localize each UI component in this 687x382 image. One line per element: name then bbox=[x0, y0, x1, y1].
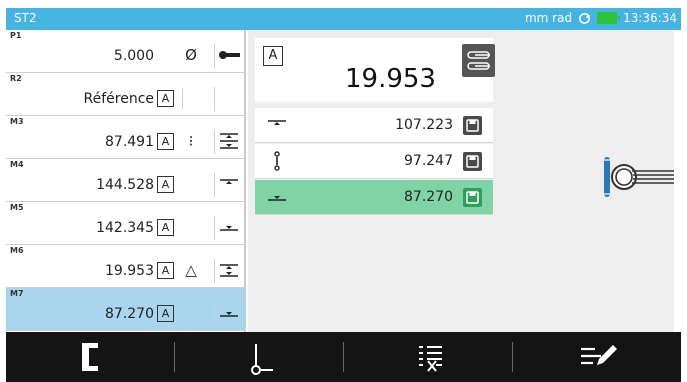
feature-row-m4[interactable]: M4 144.528 A bbox=[6, 159, 246, 202]
save-button[interactable] bbox=[463, 116, 482, 135]
feature-row-r2[interactable]: R2 Référence A bbox=[6, 73, 246, 116]
feature-label: M5 bbox=[10, 203, 24, 212]
feature-value: Référence bbox=[83, 91, 155, 107]
feature-symbol: △ bbox=[185, 261, 197, 279]
list-delete-icon bbox=[419, 346, 442, 372]
measurement-value: 97.247 bbox=[404, 153, 453, 169]
feature-row-m3[interactable]: M3 87.491 A ⁝ bbox=[6, 116, 246, 159]
reference-badge: A bbox=[263, 46, 283, 66]
feature-type bbox=[214, 130, 240, 154]
feature-type bbox=[214, 44, 240, 68]
app-title: ST2 bbox=[14, 11, 37, 25]
feature-type bbox=[214, 216, 240, 240]
feature-symbol: Ø bbox=[185, 46, 197, 64]
feature-label: P1 bbox=[10, 31, 22, 40]
feature-label: M7 bbox=[10, 289, 24, 298]
feature-type bbox=[214, 87, 240, 111]
measurement-row[interactable]: 97.247 bbox=[255, 144, 493, 179]
app-window: ST2 mm rad 13:36:34 P1 5.000 Ø R2 Référence A… bbox=[0, 0, 687, 382]
feature-value: 144.528 bbox=[96, 177, 154, 193]
bracket-icon bbox=[82, 343, 98, 371]
height-probe-button[interactable] bbox=[175, 332, 343, 382]
refresh-icon bbox=[579, 12, 591, 24]
feature-value: 19.953 bbox=[105, 263, 154, 279]
bottom-toolbar bbox=[6, 332, 681, 382]
reference-badge: A bbox=[157, 219, 174, 236]
reference-badge: A bbox=[157, 133, 174, 150]
result-panel: A 19.953 107.223 97.247 87.270 bbox=[248, 30, 498, 332]
height-probe-icon bbox=[251, 344, 273, 375]
feature-value: 87.491 bbox=[105, 134, 154, 150]
reference-badge: A bbox=[157, 262, 174, 279]
max-icon bbox=[268, 120, 286, 125]
measurement-value: 87.270 bbox=[404, 189, 453, 205]
feature-type bbox=[214, 259, 240, 283]
clock: 13:36:34 bbox=[623, 11, 677, 25]
reference-badge: A bbox=[157, 90, 174, 107]
feature-symbol bbox=[182, 218, 200, 238]
save-button[interactable] bbox=[463, 188, 482, 207]
min-icon bbox=[220, 312, 238, 317]
probe-icon bbox=[467, 51, 490, 70]
list-delete-button[interactable] bbox=[344, 332, 512, 382]
feature-row-p1[interactable]: P1 5.000 Ø bbox=[6, 30, 246, 73]
max-icon bbox=[220, 179, 238, 184]
feature-row-m6[interactable]: M6 19.953 A △ bbox=[6, 245, 246, 288]
feature-value: 142.345 bbox=[96, 220, 154, 236]
feature-list[interactable]: P1 5.000 Ø R2 Référence A M3 87.491 A ⁝ M4 144.528 A… bbox=[6, 30, 246, 332]
status-area: mm rad 13:36:34 bbox=[525, 11, 677, 25]
probe-preview-icon bbox=[603, 157, 674, 197]
min-icon bbox=[268, 196, 286, 201]
measurement-row[interactable]: 87.270 bbox=[255, 180, 493, 215]
feature-label: M4 bbox=[10, 160, 24, 169]
center-icon bbox=[274, 151, 280, 171]
feature-type bbox=[214, 173, 240, 197]
list-edit-button[interactable] bbox=[513, 332, 681, 382]
preview-panel bbox=[498, 30, 674, 332]
measurement-row[interactable]: 107.223 bbox=[255, 108, 493, 143]
feature-label: M3 bbox=[10, 117, 24, 126]
feature-label: R2 bbox=[10, 74, 22, 83]
feature-symbol bbox=[182, 304, 200, 324]
save-icon bbox=[466, 119, 479, 132]
units-label: mm rad bbox=[524, 11, 573, 25]
measurement-type bbox=[265, 114, 289, 136]
feature-type bbox=[214, 302, 240, 326]
main-value: 19.953 bbox=[345, 64, 436, 94]
feature-row-m7[interactable]: M7 87.270 A bbox=[6, 288, 246, 331]
list-edit-icon bbox=[581, 345, 617, 365]
feature-value: 87.270 bbox=[105, 306, 154, 322]
bracket-button[interactable] bbox=[6, 332, 174, 382]
save-button[interactable] bbox=[463, 152, 482, 171]
measurement-value: 107.223 bbox=[395, 117, 453, 133]
min-icon bbox=[220, 226, 238, 231]
save-icon bbox=[466, 191, 479, 204]
max-min-icon bbox=[220, 133, 238, 149]
reference-badge: A bbox=[157, 176, 174, 193]
probe-button[interactable] bbox=[462, 44, 495, 77]
feature-value: 5.000 bbox=[113, 48, 154, 64]
main-result-card: A 19.953 bbox=[255, 38, 495, 102]
battery-icon bbox=[597, 12, 621, 24]
title-bar: ST2 mm rad 13:36:34 bbox=[6, 8, 681, 30]
feature-symbol: ⁝ bbox=[188, 132, 194, 150]
feature-row-m5[interactable]: M5 142.345 A bbox=[6, 202, 246, 245]
measurement-type bbox=[265, 186, 289, 208]
measurement-type bbox=[265, 150, 289, 172]
probe-icon bbox=[219, 51, 240, 59]
max-min-delta-icon bbox=[220, 264, 238, 277]
feature-symbol bbox=[182, 175, 200, 195]
reference-badge: A bbox=[157, 305, 174, 322]
save-icon bbox=[466, 155, 479, 168]
feature-symbol bbox=[182, 89, 200, 109]
feature-label: M6 bbox=[10, 246, 24, 255]
